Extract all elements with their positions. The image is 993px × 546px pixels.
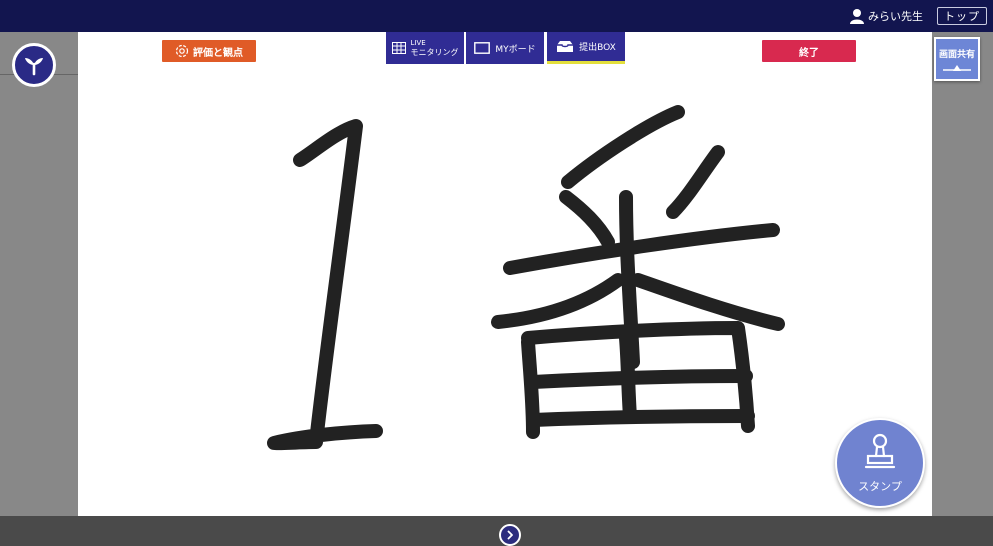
stroke-ban-hook bbox=[561, 105, 685, 189]
top-button[interactable]: トップ bbox=[937, 7, 987, 25]
bottom-bar bbox=[0, 516, 993, 546]
share-screen-icon bbox=[943, 64, 971, 71]
inbox-icon bbox=[557, 41, 574, 52]
stroke-ban-horizontal bbox=[503, 223, 780, 275]
handwritten-drawing bbox=[267, 105, 785, 451]
user-name: みらい先生 bbox=[868, 10, 923, 23]
stamp-icon bbox=[864, 433, 896, 469]
right-rail bbox=[932, 32, 993, 516]
top-bar: みらい先生 トップ bbox=[0, 0, 993, 32]
screen-share-button[interactable]: 画面共有 bbox=[934, 37, 980, 81]
grid-icon bbox=[391, 42, 406, 54]
evaluation-label: 評価と観点 bbox=[193, 47, 243, 59]
share-label: 画面共有 bbox=[938, 49, 975, 60]
stroke-ban-diag-right bbox=[631, 273, 785, 331]
user-icon bbox=[850, 9, 864, 24]
sprout-logo-icon bbox=[25, 58, 43, 76]
stroke-one bbox=[267, 119, 383, 451]
stroke-ban-dot-left bbox=[559, 190, 615, 249]
app-logo[interactable] bbox=[12, 43, 56, 87]
tab-live-monitoring[interactable]: LIVE モニタリング bbox=[386, 32, 464, 64]
flower-icon bbox=[175, 44, 189, 58]
user-info: みらい先生 bbox=[849, 8, 923, 24]
next-button[interactable] bbox=[499, 524, 521, 546]
live-label-line2: モニタリング bbox=[410, 48, 459, 57]
tab-submit-box[interactable]: 提出BOX bbox=[547, 32, 625, 64]
chevron-right-icon bbox=[507, 530, 513, 540]
evaluation-button[interactable]: 評価と観点 bbox=[162, 40, 256, 62]
stamp-button[interactable]: スタンプ bbox=[835, 418, 925, 508]
submit-box-label: 提出BOX bbox=[579, 43, 616, 53]
live-label: LIVE モニタリング bbox=[411, 39, 459, 57]
left-rail bbox=[0, 32, 78, 516]
stroke-ban-box-mid bbox=[526, 369, 753, 389]
end-button[interactable]: 終了 bbox=[762, 40, 856, 62]
my-board-label: MYボード bbox=[495, 44, 536, 55]
stroke-ban-box-center bbox=[619, 331, 637, 424]
stroke-ban-diag-left bbox=[491, 273, 625, 329]
stamp-label: スタンプ bbox=[858, 480, 902, 493]
tab-my-board[interactable]: MYボード bbox=[466, 32, 544, 64]
board-icon bbox=[474, 42, 491, 54]
live-label-line1: LIVE bbox=[410, 39, 426, 47]
stroke-ban-box-bottom bbox=[526, 409, 755, 427]
stroke-ban-dot-right bbox=[666, 145, 725, 219]
